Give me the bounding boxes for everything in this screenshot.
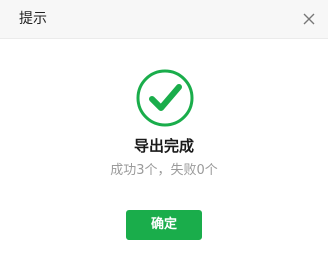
dialog-title: 提示 <box>19 11 47 27</box>
checkmark-circle-icon <box>136 69 194 127</box>
dialog-header: 提示 <box>0 0 328 39</box>
result-title: 导出完成 <box>133 137 194 155</box>
confirm-button[interactable]: 确定 <box>126 210 202 240</box>
close-button[interactable] <box>302 12 316 26</box>
export-result-dialog: 提示 导出完成 成功3个，失败0个 确定 <box>0 0 328 270</box>
close-icon <box>303 13 315 25</box>
result-summary: 成功3个，失败0个 <box>110 163 218 178</box>
